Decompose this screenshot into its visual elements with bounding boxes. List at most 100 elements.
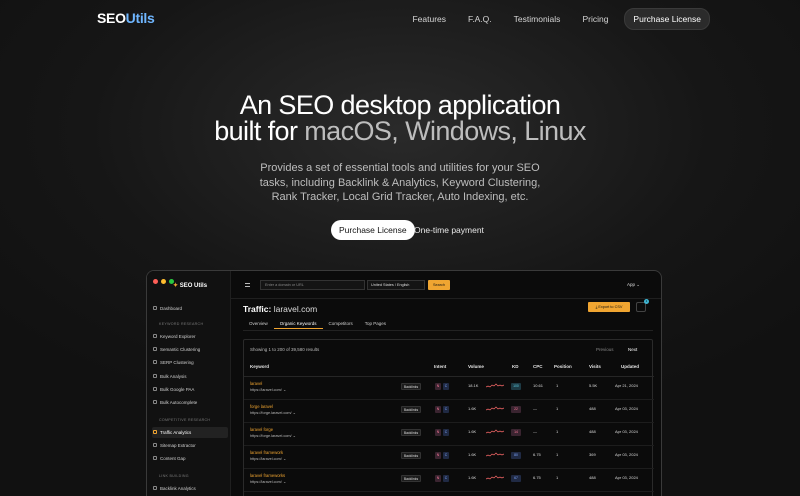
visits-value: 488 bbox=[589, 406, 596, 411]
sidebar-item-semantic-clustering[interactable]: Semantic Clustering bbox=[152, 344, 228, 355]
table-row[interactable]: forge laravel https://forge.laravel.com/ … bbox=[244, 400, 654, 423]
export-csv-button[interactable]: ⤓ Export to CSV bbox=[588, 302, 630, 312]
minimize-dot-icon[interactable] bbox=[161, 279, 166, 284]
keyword-url[interactable]: https://laravel.com/ ⌄ bbox=[250, 456, 286, 461]
hero-line-2-lead: built for bbox=[214, 116, 305, 146]
sidebar-item-label: Keyword Explorer bbox=[160, 334, 196, 339]
kd-badge: 100 bbox=[511, 383, 521, 390]
volume-value: 1.6K bbox=[468, 475, 477, 480]
keyword-url[interactable]: https://laravel.com/ ⌄ bbox=[250, 479, 286, 484]
updated-value: Apr 03, 2024 bbox=[615, 429, 638, 434]
column-volume[interactable]: Volume bbox=[468, 364, 484, 369]
app-menu-dropdown[interactable]: App ⌄ bbox=[627, 282, 640, 288]
cluster-icon bbox=[153, 360, 157, 364]
tab-organic-keywords[interactable]: Organic Keywords bbox=[273, 317, 323, 329]
logo-seo: SEO bbox=[97, 10, 126, 26]
menu-icon[interactable] bbox=[245, 283, 250, 287]
title-label: Traffic: bbox=[243, 304, 272, 314]
chevron-down-icon: ⌄ bbox=[636, 282, 641, 287]
keywords-table: Showing 1 to 200 of 39,580 results Previ… bbox=[243, 339, 654, 496]
intent-commercial-badge: C bbox=[443, 475, 449, 482]
keyword-link[interactable]: laravel frameworks bbox=[250, 473, 285, 478]
title-domain: laravel.com bbox=[273, 304, 318, 314]
intent-navigational-badge: N bbox=[435, 429, 441, 436]
keyword-url[interactable]: https://forge.laravel.com/ ⌄ bbox=[250, 433, 296, 438]
keyword-link[interactable]: laravel framework bbox=[250, 450, 283, 455]
keyword-link[interactable]: laravel bbox=[250, 381, 262, 386]
close-dot-icon[interactable] bbox=[153, 279, 158, 284]
keyword-link[interactable]: forge laravel bbox=[250, 404, 273, 409]
keyword-link[interactable]: laravel forge bbox=[250, 427, 273, 432]
updated-value: Apr 21, 2024 bbox=[615, 383, 638, 388]
nav-testimonials[interactable]: Testimonials bbox=[514, 14, 561, 24]
volume-value: 18.1K bbox=[468, 383, 479, 388]
volume-value: 1.6K bbox=[468, 429, 477, 434]
sidebar-item-keyword-explorer[interactable]: Keyword Explorer bbox=[152, 331, 228, 342]
column-position[interactable]: Position bbox=[554, 364, 572, 369]
volume-value: 1.6K bbox=[468, 452, 477, 457]
sidebar-item-bulk-analysis[interactable]: Bulk Analysis bbox=[152, 371, 228, 382]
updated-value: Apr 03, 2024 bbox=[615, 475, 638, 480]
backlinks-button[interactable]: Backlinks bbox=[401, 452, 421, 459]
url-text: https://forge.laravel.com/ bbox=[250, 411, 292, 415]
kd-badge: 22 bbox=[511, 406, 521, 413]
sidebar-item-content-gap[interactable]: Content Gap bbox=[152, 453, 228, 464]
trend-sparkline-icon bbox=[486, 475, 504, 480]
sidebar-item-backlink-analytics[interactable]: Backlink Analytics bbox=[152, 483, 228, 494]
sidebar: ✦ SEO Utils Dashboard KEYWORD RESEARCH K… bbox=[147, 271, 231, 496]
column-keyword[interactable]: Keyword bbox=[250, 364, 269, 369]
position-value: 1 bbox=[556, 406, 559, 411]
keyword-url[interactable]: https://laravel.com/ ⌄ bbox=[250, 387, 286, 392]
sidebar-item-label: Bulk Autocomplete bbox=[160, 400, 198, 405]
main-content: Traffic: laravel.com ⤓ Export to CSV 1 O… bbox=[231, 299, 661, 496]
column-updated[interactable]: Updated bbox=[621, 364, 639, 369]
sidebar-item-bulk-google-paa[interactable]: Bulk Google PAA bbox=[152, 384, 228, 395]
tabs: Overview Organic Keywords Competitors To… bbox=[243, 317, 392, 329]
sidebar-item-dashboard[interactable]: Dashboard bbox=[152, 303, 228, 314]
dashboard-icon bbox=[153, 306, 157, 310]
intent-navigational-badge: N bbox=[435, 406, 441, 413]
tab-competitors[interactable]: Competitors bbox=[323, 317, 359, 329]
tab-top-pages[interactable]: Top Pages bbox=[359, 317, 392, 329]
next-button[interactable]: Next bbox=[628, 347, 637, 352]
domain-search-input[interactable]: Enter a domain or URL bbox=[260, 280, 365, 290]
nav-faq[interactable]: F.A.Q. bbox=[468, 14, 492, 24]
intent-commercial-badge: C bbox=[443, 429, 449, 436]
table-row[interactable]: laravel frameworks https://laravel.com/ ⌄… bbox=[244, 469, 654, 492]
backlinks-button[interactable]: Backlinks bbox=[401, 475, 421, 482]
table-row[interactable]: laravel forge https://forge.laravel.com/ … bbox=[244, 423, 654, 446]
nav-purchase-button[interactable]: Purchase License bbox=[624, 8, 710, 30]
table-row[interactable]: laravel framework https://laravel.com/ ⌄ B… bbox=[244, 446, 654, 469]
chevron-down-icon: ⌄ bbox=[292, 434, 296, 438]
keyword-url[interactable]: https://forge.laravel.com/ ⌄ bbox=[250, 410, 296, 415]
tab-overview[interactable]: Overview bbox=[243, 317, 274, 329]
backlinks-button[interactable]: Backlinks bbox=[401, 383, 421, 390]
nav-features[interactable]: Features bbox=[412, 14, 446, 24]
app-brand-label: SEO Utils bbox=[179, 283, 208, 289]
column-visits[interactable]: Visits bbox=[589, 364, 601, 369]
previous-button[interactable]: Previous bbox=[596, 347, 614, 352]
sidebar-item-sitemap-extractor[interactable]: Sitemap Extractor bbox=[152, 440, 228, 451]
column-cpc[interactable]: CPC bbox=[533, 364, 543, 369]
trend-sparkline-icon bbox=[486, 452, 504, 457]
intent-navigational-badge: N bbox=[435, 452, 441, 459]
table-row[interactable]: laravel https://laravel.com/ ⌄ Backlinks N C… bbox=[244, 377, 654, 400]
nav-pricing[interactable]: Pricing bbox=[582, 14, 608, 24]
region-select[interactable]: United States / English bbox=[367, 280, 425, 290]
sidebar-item-traffic-analytics[interactable]: Traffic Analytics bbox=[152, 427, 228, 438]
logo[interactable]: SEOUtils bbox=[97, 10, 155, 26]
url-text: https://laravel.com/ bbox=[250, 388, 282, 392]
app-brand: ✦ SEO Utils bbox=[173, 282, 207, 289]
column-intent[interactable]: Intent bbox=[434, 364, 446, 369]
sidebar-item-label: Dashboard bbox=[160, 306, 183, 311]
search-button[interactable]: Search bbox=[428, 280, 450, 290]
sidebar-item-bulk-autocomplete[interactable]: Bulk Autocomplete bbox=[152, 397, 228, 408]
sidebar-item-serp-clustering[interactable]: SERP Clustering bbox=[152, 357, 228, 368]
visits-value: 5.5K bbox=[589, 383, 598, 388]
intent-navigational-badge: N bbox=[435, 383, 441, 390]
backlinks-button[interactable]: Backlinks bbox=[401, 429, 421, 436]
column-kd[interactable]: KD bbox=[512, 364, 519, 369]
hero-purchase-button[interactable]: Purchase License bbox=[331, 220, 415, 240]
volume-value: 1.6K bbox=[468, 406, 477, 411]
backlinks-button[interactable]: Backlinks bbox=[401, 406, 421, 413]
